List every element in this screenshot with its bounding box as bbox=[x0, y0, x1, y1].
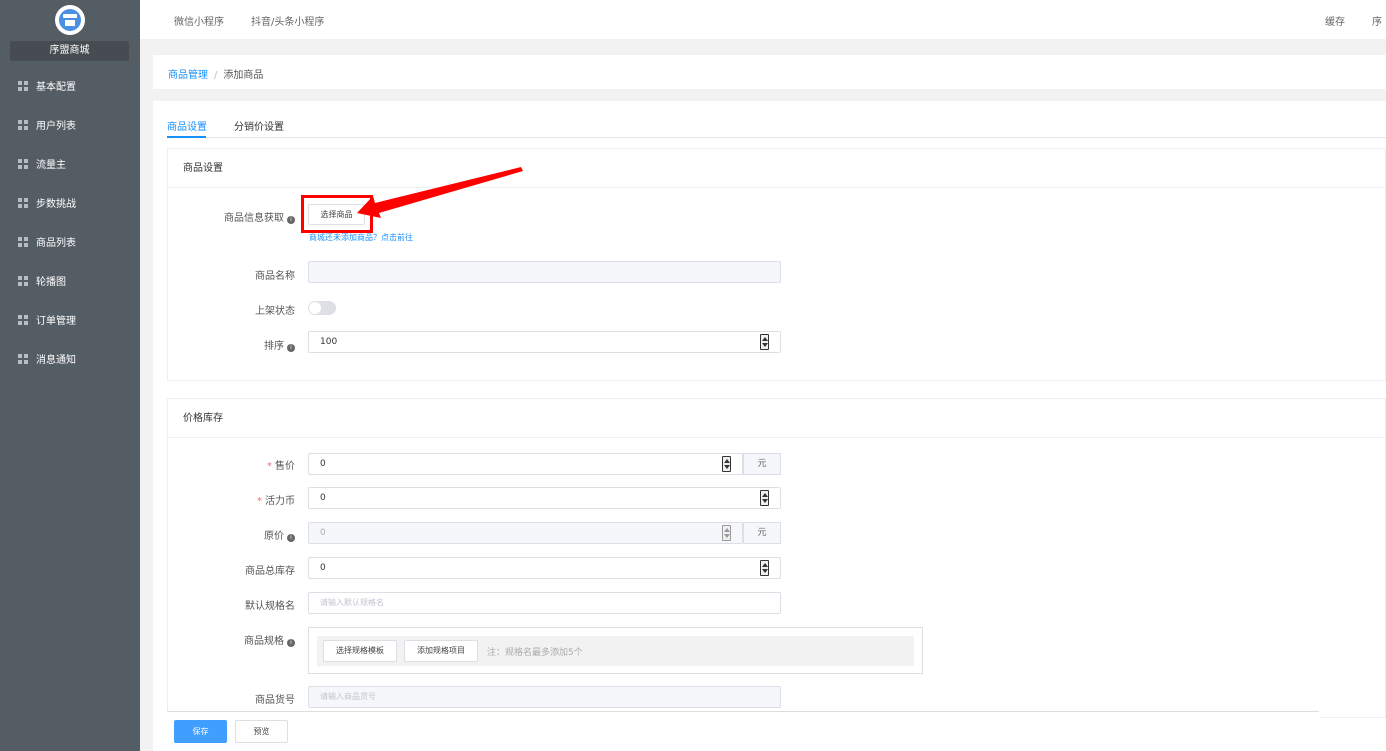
grid-icon bbox=[18, 80, 28, 91]
tab-goods-settings[interactable]: 商品设置 bbox=[167, 118, 207, 133]
sort-label-text: 排序 bbox=[264, 341, 284, 352]
grid-icon bbox=[18, 158, 28, 169]
spec-toolbar: 选择规格模板 添加规格项目 注：规格名最多添加5个 bbox=[317, 636, 914, 666]
fetch-label-text: 商品信息获取 bbox=[224, 213, 284, 224]
sort-label: 排序 i bbox=[155, 337, 295, 352]
form-tabs: 商品设置 分销价设置 bbox=[167, 101, 1386, 138]
save-button[interactable]: 保存 bbox=[174, 720, 227, 743]
info-icon: i bbox=[287, 534, 295, 542]
add-goods-link[interactable]: 商城还未添加商品？点击前往 bbox=[309, 232, 413, 243]
form-footer: 保存 预览 bbox=[167, 711, 1319, 751]
coin-label-text: 活力币 bbox=[265, 496, 295, 507]
user-menu[interactable]: 序 bbox=[1372, 13, 1382, 28]
breadcrumb-parent[interactable]: 商品管理 bbox=[168, 70, 208, 81]
sidebar-item-carousel[interactable]: 轮播图 bbox=[0, 261, 140, 300]
fetch-label: 商品信息获取 i bbox=[155, 209, 295, 224]
price-label: * 售价 bbox=[267, 461, 295, 472]
sidebar-item-label: 基本配置 bbox=[36, 82, 76, 93]
sidebar-item-user-list[interactable]: 用户列表 bbox=[0, 105, 140, 144]
sidebar-item-label: 步数挑战 bbox=[36, 199, 76, 210]
price-unit: 元 bbox=[743, 453, 781, 475]
breadcrumb-separator: / bbox=[214, 70, 218, 81]
grid-icon bbox=[18, 119, 28, 130]
card-title: 商品设置 bbox=[168, 149, 1385, 188]
sidebar-item-label: 轮播图 bbox=[36, 277, 66, 288]
top-bar: 微信小程序 抖音/头条小程序 缓存 序 bbox=[140, 0, 1386, 39]
spec-label-text: 商品规格 bbox=[244, 636, 284, 647]
sort-stepper[interactable] bbox=[760, 334, 769, 350]
price-stock-card: 价格库存 * 售价 0 元 * 活力币 0 原价 i 0 元 商品总库存 0 默认规格… bbox=[167, 398, 1386, 718]
breadcrumb-current: 添加商品 bbox=[223, 70, 264, 81]
default-spec-label: 默认规格名 bbox=[245, 601, 295, 612]
sidebar-item-label: 商品列表 bbox=[36, 238, 76, 249]
store-logo-icon bbox=[55, 5, 85, 35]
status-label: 上架状态 bbox=[255, 306, 295, 317]
info-icon: i bbox=[287, 344, 295, 352]
card-title: 价格库存 bbox=[168, 399, 1385, 438]
status-toggle[interactable] bbox=[308, 301, 336, 315]
grid-icon bbox=[18, 353, 28, 364]
original-price-stepper[interactable] bbox=[722, 525, 731, 541]
spec-editor: 选择规格模板 添加规格项目 注：规格名最多添加5个 bbox=[308, 627, 923, 674]
sidebar-item-label: 用户列表 bbox=[36, 121, 76, 132]
logo-area: 序盟商城 bbox=[0, 0, 140, 66]
info-icon: i bbox=[287, 216, 295, 224]
tab-wechat-miniprogram[interactable]: 微信小程序 bbox=[174, 13, 224, 28]
cache-button[interactable]: 缓存 bbox=[1325, 13, 1345, 28]
spec-label: 商品规格 i bbox=[155, 632, 295, 647]
stock-label: 商品总库存 bbox=[245, 566, 295, 577]
brand-name: 序盟商城 bbox=[10, 41, 129, 61]
sidebar-item-step-challenge[interactable]: 步数挑战 bbox=[0, 183, 140, 222]
annotation-arrow-icon bbox=[357, 167, 523, 218]
active-tab-indicator bbox=[167, 136, 206, 138]
coin-stepper[interactable] bbox=[760, 490, 769, 506]
grid-icon bbox=[18, 314, 28, 325]
sidebar-nav: 基本配置 用户列表 流量主 步数挑战 商品列表 轮播图 订单管理 消息通知 bbox=[0, 66, 140, 378]
sku-label: 商品货号 bbox=[255, 695, 295, 706]
grid-icon bbox=[18, 236, 28, 247]
original-price-input[interactable]: 0 bbox=[308, 522, 743, 544]
stock-input[interactable]: 0 bbox=[308, 557, 781, 579]
coin-input[interactable]: 0 bbox=[308, 487, 781, 509]
info-icon: i bbox=[287, 639, 295, 647]
original-price-label: 原价 i bbox=[155, 527, 295, 542]
default-spec-input[interactable]: 请输入默认规格名 bbox=[308, 592, 781, 614]
grid-icon bbox=[18, 197, 28, 208]
sidebar-item-label: 订单管理 bbox=[36, 316, 76, 327]
sidebar-item-label: 消息通知 bbox=[36, 355, 76, 366]
price-label-text: 售价 bbox=[275, 461, 295, 472]
goods-settings-card: 商品设置 商品信息获取 i 选择商品 商城还未添加商品？点击前往 商品名称 上架状… bbox=[167, 148, 1386, 381]
sku-input[interactable]: 请输入商品货号 bbox=[308, 686, 781, 708]
sidebar-item-notifications[interactable]: 消息通知 bbox=[0, 339, 140, 378]
price-input[interactable]: 0 bbox=[308, 453, 743, 475]
tab-distribution-price[interactable]: 分销价设置 bbox=[234, 118, 284, 133]
breadcrumb: 商品管理 / 添加商品 bbox=[153, 55, 1386, 89]
sort-input[interactable]: 100 bbox=[308, 331, 781, 353]
sidebar-item-traffic[interactable]: 流量主 bbox=[0, 144, 140, 183]
sidebar-item-goods-list[interactable]: 商品列表 bbox=[0, 222, 140, 261]
coin-label: * 活力币 bbox=[257, 496, 295, 507]
original-label-text: 原价 bbox=[264, 531, 284, 542]
goods-name-input[interactable] bbox=[308, 261, 781, 283]
add-spec-item-button[interactable]: 添加规格项目 bbox=[404, 640, 478, 662]
price-stepper[interactable] bbox=[722, 456, 731, 472]
sidebar-item-orders[interactable]: 订单管理 bbox=[0, 300, 140, 339]
stock-stepper[interactable] bbox=[760, 560, 769, 576]
preview-button[interactable]: 预览 bbox=[235, 720, 288, 743]
select-spec-template-button[interactable]: 选择规格模板 bbox=[323, 640, 397, 662]
name-label: 商品名称 bbox=[255, 271, 295, 282]
grid-icon bbox=[18, 275, 28, 286]
original-price-unit: 元 bbox=[743, 522, 781, 544]
sidebar-item-label: 流量主 bbox=[36, 160, 66, 171]
spec-note: 注：规格名最多添加5个 bbox=[487, 648, 583, 658]
sidebar: 序盟商城 基本配置 用户列表 流量主 步数挑战 商品列表 轮播图 订单管理 消息… bbox=[0, 0, 140, 751]
sidebar-item-basic-config[interactable]: 基本配置 bbox=[0, 66, 140, 105]
tab-douyin-miniprogram[interactable]: 抖音/头条小程序 bbox=[251, 13, 324, 28]
